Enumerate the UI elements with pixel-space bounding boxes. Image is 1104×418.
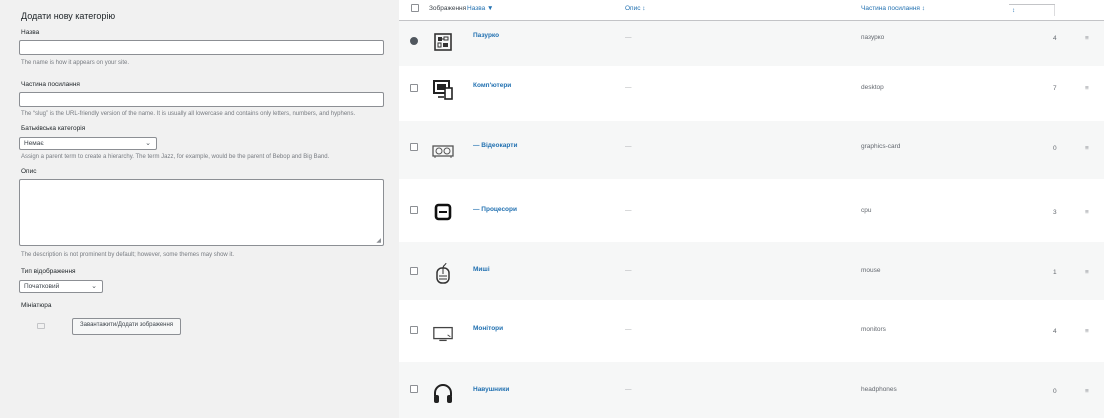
parent-help-text: Assign a parent term to create a hierarc… [21, 154, 330, 160]
drag-handle-icon[interactable]: ≡ [1085, 35, 1089, 42]
name-help-text: The name is how it appears on your site. [21, 60, 130, 66]
resize-grip-icon[interactable]: ◢ [376, 237, 381, 244]
category-count[interactable]: 0 [1053, 145, 1057, 152]
category-description: — [625, 267, 632, 274]
row-checkbox[interactable] [410, 326, 418, 334]
row-checkbox[interactable] [410, 143, 418, 151]
form-title: Додати нову категорію [21, 11, 116, 21]
upload-image-button[interactable]: Завантажити/Додати зображення [72, 317, 182, 335]
table-row: — Процесори — cpu 3 ≡ [399, 179, 1104, 242]
category-description: — [625, 143, 632, 150]
drag-handle-icon[interactable]: ≡ [1085, 388, 1089, 395]
parent-select[interactable]: Немає ⌄ [19, 137, 157, 150]
headphones-icon [432, 382, 454, 404]
table-row: Монітори — monitors 4 ≡ [399, 300, 1104, 362]
column-header-slug[interactable]: Частина посилання ↕ [861, 5, 925, 12]
category-name-link[interactable]: — Відеокарти [473, 142, 517, 149]
slug-input[interactable] [19, 92, 384, 107]
category-name-link[interactable]: Миші [473, 266, 490, 273]
parent-label: Батьківська категорія [21, 125, 86, 132]
chevron-down-icon: ⌄ [91, 283, 97, 290]
category-count[interactable]: 4 [1053, 328, 1057, 335]
category-slug: mouse [861, 267, 881, 274]
display-type-label: Тип відображення [21, 268, 76, 275]
description-help-text: The description is not prominent by defa… [21, 252, 235, 258]
slug-help-text: The “slug” is the URL-friendly version o… [21, 111, 356, 117]
category-name-link[interactable]: Пазурко [473, 32, 499, 39]
category-slug: headphones [861, 386, 897, 393]
category-count[interactable]: 4 [1053, 35, 1057, 42]
column-header-name[interactable]: Назва ▼ [467, 5, 493, 12]
select-all-checkbox[interactable] [411, 4, 419, 12]
category-slug: desktop [861, 84, 884, 91]
chevron-down-icon: ⌄ [145, 140, 151, 147]
processor-icon [432, 201, 454, 223]
table-row: Комп'ютери — desktop 7 ≡ [399, 66, 1104, 121]
desktop-computer-icon [432, 79, 454, 101]
parent-select-value: Немає [24, 140, 44, 147]
description-label: Опис [21, 168, 37, 175]
categories-table: Зображення Назва ▼ Опис ↕ Частина посила… [399, 0, 1104, 418]
thumbnail-row: Завантажити/Додати зображення [30, 315, 384, 337]
category-slug: cpu [861, 207, 872, 214]
category-count[interactable]: 3 [1053, 209, 1057, 216]
category-name-link[interactable]: Навушники [473, 386, 509, 393]
display-type-select[interactable]: Початковий ⌄ [19, 280, 103, 293]
category-count[interactable]: 1 [1053, 269, 1057, 276]
column-header-description[interactable]: Опис ↕ [625, 5, 646, 12]
description-textarea[interactable]: ◢ [19, 179, 384, 246]
category-name-link[interactable]: Монітори [473, 325, 503, 332]
thumbnail-label: Мініатюра [21, 302, 52, 309]
category-count[interactable]: 7 [1053, 85, 1057, 92]
row-checkbox[interactable] [410, 206, 418, 214]
image-placeholder-icon [30, 315, 52, 337]
drag-handle-icon[interactable]: ≡ [1085, 85, 1089, 92]
row-checkbox[interactable] [410, 385, 418, 393]
category-slug: graphics-card [861, 143, 901, 150]
column-header-image: Зображення [429, 5, 467, 12]
category-description: — [625, 207, 632, 214]
category-name-link[interactable]: — Процесори [473, 206, 517, 213]
name-input[interactable] [19, 40, 384, 55]
category-description: — [625, 386, 632, 393]
drag-handle-icon[interactable]: ≡ [1085, 145, 1089, 152]
table-row: Миші — mouse 1 ≡ [399, 242, 1104, 300]
row-checkbox[interactable] [410, 84, 418, 92]
category-slug: пазурко [861, 34, 885, 41]
column-header-count[interactable]: ↕ [1009, 4, 1055, 16]
category-description: — [625, 326, 632, 333]
mouse-icon [432, 262, 454, 284]
category-description: — [625, 84, 632, 91]
drag-handle-icon[interactable]: ≡ [1085, 269, 1089, 276]
name-label: Назва [21, 29, 40, 36]
add-category-form: Додати нову категорію Назва The name is … [0, 0, 392, 418]
category-name-link[interactable]: Комп'ютери [473, 82, 511, 89]
category-count[interactable]: 0 [1053, 388, 1057, 395]
category-description: — [625, 34, 632, 41]
row-checkbox[interactable] [410, 37, 418, 45]
circuit-board-icon [432, 31, 454, 53]
monitor-icon [432, 323, 454, 345]
table-row: — Відеокарти — graphics-card 0 ≡ [399, 121, 1104, 179]
drag-handle-icon[interactable]: ≡ [1085, 328, 1089, 335]
graphics-card-icon [432, 140, 454, 162]
count-sort-icon: ↕ [1012, 8, 1015, 14]
category-slug: monitors [861, 326, 886, 333]
table-row: Пазурко — пазурко 4 ≡ [399, 21, 1104, 66]
row-checkbox[interactable] [410, 267, 418, 275]
slug-label: Частина посилання [21, 81, 80, 88]
table-row: Навушники — headphones 0 ≡ [399, 362, 1104, 418]
display-type-value: Початковий [24, 283, 60, 290]
table-header: Зображення Назва ▼ Опис ↕ Частина посила… [399, 0, 1104, 21]
drag-handle-icon[interactable]: ≡ [1085, 209, 1089, 216]
